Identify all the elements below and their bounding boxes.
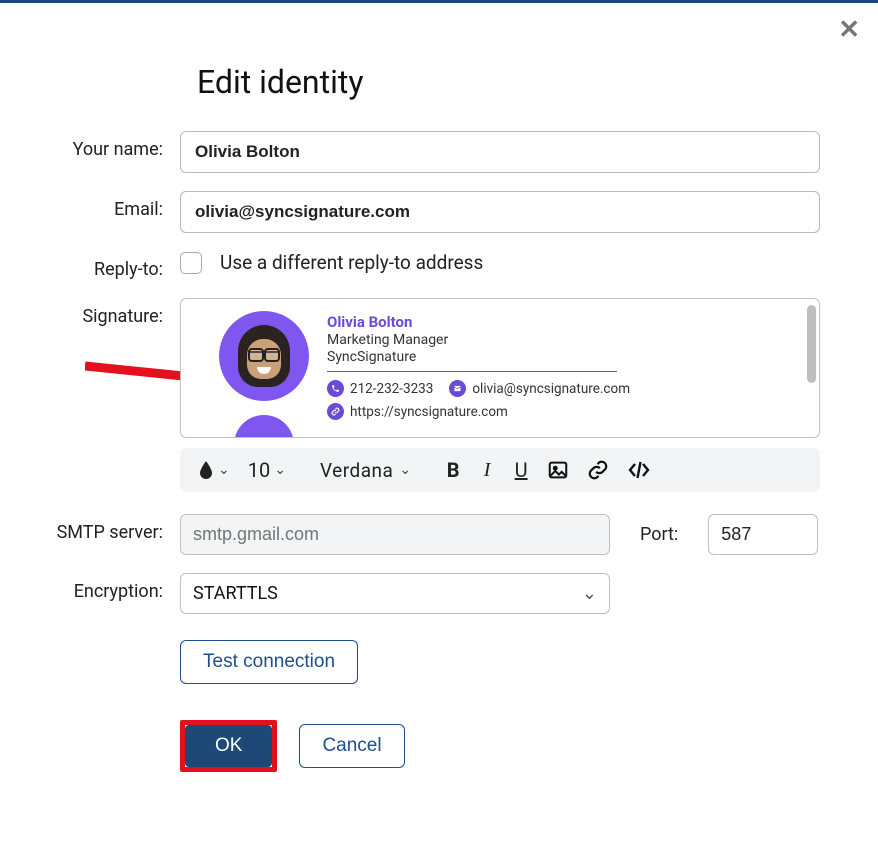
close-icon[interactable]: ✕: [838, 17, 860, 43]
link-icon: [327, 403, 344, 420]
dialog-content: Edit identity Your name: Email: Reply-to…: [0, 3, 878, 820]
signature-name: Olivia Bolton: [327, 313, 781, 331]
font-family-button[interactable]: Verdana ⌄: [314, 455, 417, 486]
encryption-select[interactable]: STARTTLS ⌄: [180, 573, 610, 614]
label-encryption: Encryption:: [40, 573, 180, 602]
signature-company: SyncSignature: [327, 349, 781, 365]
signature-editor[interactable]: Olivia Bolton Marketing Manager SyncSign…: [180, 298, 820, 438]
cancel-button[interactable]: Cancel: [299, 724, 404, 768]
dialog-title: Edit identity: [197, 63, 838, 101]
link-icon: [587, 459, 609, 481]
label-your-name: Your name:: [40, 131, 180, 160]
code-button[interactable]: [621, 456, 657, 484]
code-icon: [627, 460, 651, 480]
signature-role: Marketing Manager: [327, 332, 781, 348]
underline-button[interactable]: U: [507, 454, 535, 486]
signature-scrollbar[interactable]: [807, 305, 816, 383]
mail-icon: [449, 380, 466, 397]
avatar: [219, 311, 309, 401]
reply-to-checkbox[interactable]: [180, 252, 202, 274]
label-email: Email:: [40, 191, 180, 220]
insert-image-button[interactable]: [541, 455, 575, 485]
avatar-secondary: [234, 415, 294, 438]
port-input[interactable]: [708, 514, 818, 555]
smtp-server-input[interactable]: [180, 514, 610, 555]
italic-button[interactable]: I: [473, 455, 501, 486]
editor-toolbar: ⌄ 10 ⌄ Verdana ⌄ B I U: [180, 448, 820, 492]
signature-content: Olivia Bolton Marketing Manager SyncSign…: [181, 299, 819, 438]
label-port: Port:: [640, 524, 678, 545]
signature-divider: [327, 371, 617, 372]
signature-phone: 212-232-3233: [350, 381, 433, 397]
signature-website: https://syncsignature.com: [350, 404, 508, 420]
image-icon: [547, 459, 569, 481]
label-smtp: SMTP server:: [40, 514, 180, 543]
label-signature: Signature:: [40, 298, 180, 327]
chevron-down-icon: ⌄: [218, 462, 230, 478]
text-color-button[interactable]: ⌄: [192, 456, 236, 484]
email-input[interactable]: [180, 191, 820, 233]
font-size-button[interactable]: 10 ⌄: [242, 454, 292, 486]
chevron-down-icon: ⌄: [582, 583, 597, 604]
chevron-down-icon: ⌄: [399, 462, 411, 478]
annotation-highlight: OK: [180, 720, 277, 772]
bold-button[interactable]: B: [439, 454, 467, 486]
phone-icon: [327, 380, 344, 397]
reply-to-checkbox-label: Use a different reply-to address: [220, 251, 483, 274]
label-reply-to: Reply-to:: [40, 251, 180, 280]
signature-email: olivia@syncsignature.com: [472, 381, 630, 397]
insert-link-button[interactable]: [581, 455, 615, 485]
test-connection-button[interactable]: Test connection: [180, 640, 358, 684]
droplet-icon: [198, 460, 214, 480]
encryption-value: STARTTLS: [193, 583, 278, 604]
ok-button[interactable]: OK: [185, 725, 272, 767]
chevron-down-icon: ⌄: [274, 462, 286, 478]
your-name-input[interactable]: [180, 131, 820, 173]
